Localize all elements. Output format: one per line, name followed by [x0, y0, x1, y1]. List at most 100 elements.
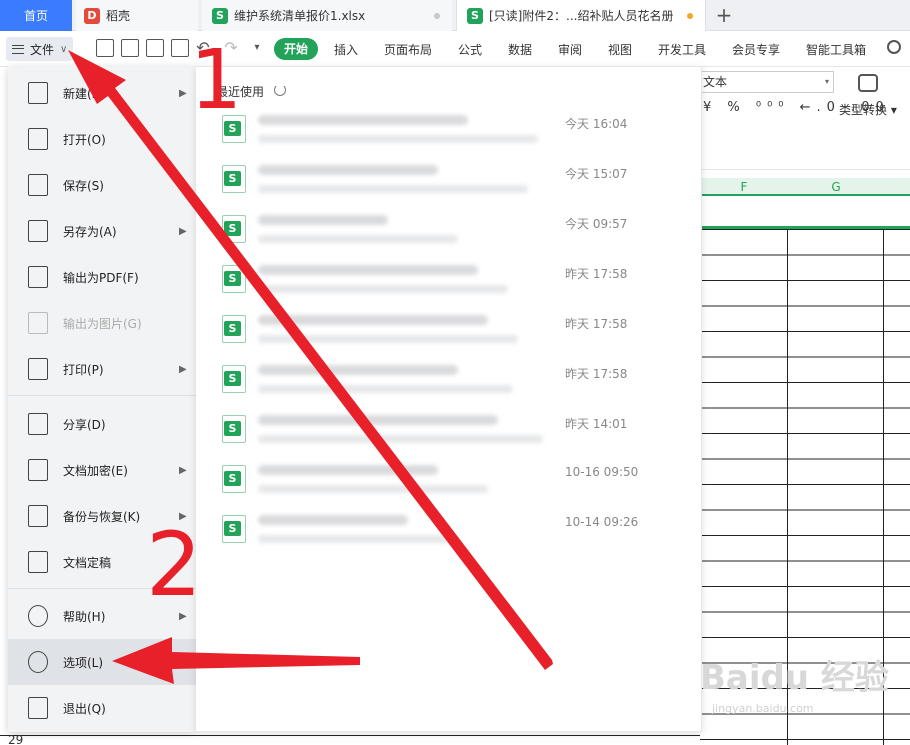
recent-file-time: 今天 16:04 — [565, 117, 628, 131]
tab-document-2[interactable]: S [只读]附件2：...绍补贴人员花名册 — [456, 0, 706, 31]
chevron-right-icon: ▶ — [179, 363, 187, 375]
menu-item-open[interactable]: 打开(O) — [8, 116, 196, 162]
tab-page-layout[interactable]: 页面布局 — [384, 41, 432, 58]
tab-bar: 首页 D 稻壳 S 维护系统清单报价1.xlsx S [只读]附件2：...绍补… — [0, 0, 910, 31]
recent-file-item[interactable]: 昨天 14:01 — [196, 407, 702, 457]
column-header-h[interactable] — [884, 178, 910, 196]
tab-review[interactable]: 审阅 — [558, 41, 582, 58]
help-icon — [28, 605, 48, 627]
menu-item-label: 新建(N) — [63, 86, 106, 101]
tab-document-1-label: 维护系统清单报价1.xlsx — [234, 9, 366, 23]
share-icon — [28, 413, 48, 435]
tab-view[interactable]: 视图 — [608, 41, 632, 58]
recent-file-item[interactable]: 今天 15:07 — [196, 157, 702, 207]
tab-start[interactable]: 开始 — [274, 38, 319, 60]
type-convert-icon[interactable] — [858, 74, 878, 92]
tab-status-dot — [434, 13, 440, 19]
type-convert-button[interactable]: 类型转换 ▾ — [839, 101, 897, 118]
tab-smart-toolbox[interactable]: 智能工具箱 — [806, 41, 866, 58]
tab-daoke-label: 稻壳 — [106, 9, 131, 23]
recent-file-item[interactable]: 10-16 09:50 — [196, 457, 702, 507]
baidu-watermark-url: jingyan.baidu.com — [712, 702, 814, 715]
formula-bar[interactable] — [700, 142, 910, 170]
menu-item-save-as[interactable]: 另存为(A) ▶ — [8, 208, 196, 254]
recent-file-item[interactable]: 今天 16:04 — [196, 107, 702, 157]
spreadsheet-icon: S — [467, 7, 483, 24]
print-icon[interactable] — [146, 39, 164, 57]
blurred-filename — [258, 115, 468, 125]
menu-item-export-pdf[interactable]: 输出为PDF(F) — [8, 254, 196, 300]
column-header-g[interactable]: G — [788, 178, 884, 196]
tab-data[interactable]: 数据 — [508, 41, 532, 58]
menu-item-save[interactable]: 保存(S) — [8, 162, 196, 208]
blurred-filename — [258, 415, 498, 425]
recent-file-item[interactable]: 10-14 09:26 — [196, 507, 702, 557]
menu-item-label: 文档加密(E) — [63, 463, 128, 478]
menu-item-label: 输出为PDF(F) — [63, 270, 139, 285]
export-icon[interactable] — [121, 39, 139, 57]
blurred-filename — [258, 465, 438, 475]
spreadsheet-file-icon — [222, 365, 246, 393]
file-menu: 新建(N) ▶ 打开(O) 保存(S) 另存为(A) ▶ 输出为PDF(F) 输… — [8, 66, 196, 732]
chevron-right-icon: ▶ — [179, 464, 187, 476]
menu-item-print[interactable]: 打印(P) ▶ — [8, 346, 196, 392]
menu-item-new[interactable]: 新建(N) ▶ — [8, 70, 196, 116]
menu-item-label: 打印(P) — [63, 362, 104, 377]
annotation-step-1: 1 — [190, 33, 243, 128]
recent-file-item[interactable]: 昨天 17:58 — [196, 257, 702, 307]
row-number: 29 — [8, 733, 24, 745]
file-menu-button[interactable]: 文件 ∨ — [6, 37, 74, 61]
menu-item-options[interactable]: 选项(L) — [8, 639, 196, 685]
blurred-filename — [258, 365, 458, 375]
chevron-down-icon: ∨ — [60, 43, 68, 55]
new-tab-button[interactable]: + — [712, 4, 736, 28]
tab-daoke[interactable]: D 稻壳 — [76, 0, 198, 31]
column-header-f[interactable]: F — [700, 178, 788, 196]
recent-file-time: 昨天 17:58 — [565, 367, 628, 381]
tab-developer[interactable]: 开发工具 — [658, 41, 706, 58]
spreadsheet-file-icon — [222, 515, 246, 543]
refresh-icon[interactable] — [274, 84, 286, 96]
tab-formula[interactable]: 公式 — [458, 41, 482, 58]
tab-home[interactable]: 首页 — [0, 0, 72, 31]
finalize-icon — [28, 551, 48, 573]
blurred-path — [258, 285, 508, 293]
recent-file-item[interactable]: 今天 09:57 — [196, 207, 702, 257]
recent-file-time: 10-16 09:50 — [565, 465, 639, 479]
encrypt-icon — [28, 459, 48, 481]
blurred-filename — [258, 315, 488, 325]
blurred-path — [258, 185, 528, 193]
number-format-value: 文本 — [703, 75, 728, 89]
tab-member[interactable]: 会员专享 — [732, 41, 780, 58]
type-convert-label: 类型转换 — [839, 103, 888, 117]
tab-document-1[interactable]: S 维护系统清单报价1.xlsx — [202, 0, 452, 31]
search-icon[interactable] — [887, 40, 901, 54]
recent-file-item[interactable]: 昨天 17:58 — [196, 307, 702, 357]
blurred-path — [258, 485, 488, 493]
spreadsheet-file-icon — [222, 315, 246, 343]
folder-open-icon — [28, 128, 48, 150]
daoke-logo-icon: D — [84, 7, 100, 24]
menu-item-label: 选项(L) — [63, 655, 104, 670]
save-icon[interactable] — [96, 39, 114, 57]
quick-access-more-icon[interactable]: ▾ — [248, 39, 266, 57]
cell-grid-bottom[interactable] — [0, 735, 700, 745]
menu-item-exit[interactable]: 退出(Q) — [8, 685, 196, 731]
recent-file-item[interactable]: 昨天 17:58 — [196, 357, 702, 407]
tab-insert[interactable]: 插入 — [334, 41, 358, 58]
blurred-path — [258, 435, 543, 443]
print-preview-icon[interactable] — [171, 39, 189, 57]
number-format-select[interactable]: 文本 ▾ — [700, 71, 834, 93]
new-file-icon — [28, 82, 48, 104]
blurred-filename — [258, 165, 438, 175]
menu-item-export-image[interactable]: 输出为图片(G) — [8, 300, 196, 346]
blurred-filename — [258, 515, 408, 525]
annotation-step-2: 2 — [146, 513, 202, 616]
recent-file-time: 昨天 17:58 — [565, 317, 628, 331]
blurred-filename — [258, 265, 478, 275]
pdf-icon — [28, 266, 48, 288]
menu-item-encrypt[interactable]: 文档加密(E) ▶ — [8, 447, 196, 493]
ribbon: 文件 ∨ ↶ ↷ ▾ 开始 插入 页面布局 公式 数据 审阅 视图 开发工具 会… — [0, 31, 910, 67]
menu-item-share[interactable]: 分享(D) — [8, 401, 196, 447]
spreadsheet-icon: S — [212, 7, 228, 24]
